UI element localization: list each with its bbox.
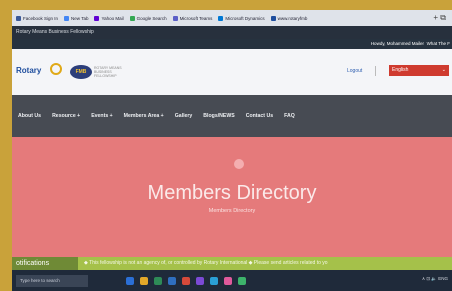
bookmark-favicon-icon (172, 15, 178, 21)
bookmark-label: Google Search (136, 15, 167, 21)
rotary-wheel-icon (50, 63, 62, 75)
bookmark-item[interactable]: Facebook Sign In (16, 15, 59, 21)
bookmark-label: New Tab (71, 15, 89, 21)
bookmark-favicon-icon (129, 15, 135, 21)
taskbar-app-icon[interactable] (196, 276, 204, 285)
fmb-logo[interactable]: FMB (70, 65, 92, 79)
taskbar-app-icon[interactable] (168, 276, 176, 285)
bookmark-item[interactable]: Google Search (129, 15, 167, 21)
nav-resource[interactable]: Resource + (52, 113, 80, 119)
bookmark-favicon-icon (64, 15, 70, 21)
nav-events[interactable]: Events + (91, 113, 112, 119)
taskbar-search-input[interactable]: Type here to search (16, 274, 88, 287)
taskbar-app-icon[interactable] (126, 276, 134, 285)
bookmark-label: Yahoo Mail (101, 15, 124, 21)
bookmark-item[interactable]: Microsoft Teams (172, 15, 213, 21)
site-header: Rotary FMB ROTARY MEANS BUSINESS FELLOWS… (12, 49, 452, 95)
system-tray[interactable]: ∧ ⊡ 🔈 ENG (422, 276, 448, 282)
nav-gallery[interactable]: Gallery (175, 113, 193, 119)
notifications-label: otifications (12, 257, 78, 270)
taskbar: Type here to search ∧ ⊡ 🔈 ENG (12, 270, 452, 291)
page-title: Members Directory (147, 182, 317, 204)
monitor-screen: Facebook Sign In New Tab Yahoo Mail Google … (12, 10, 452, 291)
bookmark-label: Microsoft Dynamics (225, 15, 265, 21)
page-hero: Members Directory Members Directory (12, 137, 452, 270)
whats-new-link[interactable]: What The F (427, 41, 450, 46)
user-greeting[interactable]: Howdy, Mohammed Mailer (371, 41, 424, 46)
bookmark-item[interactable]: New Tab (64, 15, 89, 21)
bookmark-favicon-icon (94, 15, 100, 21)
logout-link[interactable]: Logout (347, 68, 362, 74)
bookmark-label: www.rotaryfmb (277, 15, 308, 21)
site-top-strip: Howdy, Mohammed Mailer What The F (12, 39, 452, 49)
nav-contact-us[interactable]: Contact Us (246, 113, 273, 119)
taskbar-app-icon[interactable] (238, 276, 246, 285)
ticker-text[interactable]: ◆ This fellowship is not an agency of, o… (84, 257, 328, 270)
bookmark-favicon-icon (218, 15, 224, 21)
bookmark-item[interactable]: Yahoo Mail (94, 15, 124, 21)
bookmark-label: Facebook Sign In (23, 15, 59, 21)
taskbar-app-icon[interactable] (154, 276, 162, 285)
bookmarks-bar: Facebook Sign In New Tab Yahoo Mail Google … (12, 10, 452, 26)
bookmark-favicon-icon (16, 15, 21, 21)
bookmark-label: Microsoft Teams (179, 15, 213, 21)
window-title: Rotary Means Business Fellowship (12, 26, 452, 39)
header-divider (375, 66, 376, 76)
taskbar-app-icon[interactable] (140, 276, 148, 285)
nav-about-us[interactable]: About Us (18, 113, 41, 119)
window-controls[interactable]: + ⧉ (433, 13, 446, 23)
bookmark-item[interactable]: www.rotaryfmb (270, 15, 308, 21)
fmb-logo-text: ROTARY MEANS BUSINESS FELLOWSHIP (94, 66, 122, 78)
taskbar-app-icon[interactable] (224, 276, 232, 285)
nav-members-area[interactable]: Members Area + (124, 113, 164, 119)
nav-blogs-news[interactable]: Blogs/NEWS (203, 113, 234, 119)
language-value: English (392, 67, 409, 73)
chevron-down-icon: ⌄ (441, 67, 446, 73)
notifications-ticker: otifications ◆ This fellowship is not an… (12, 257, 452, 270)
taskbar-app-icon[interactable] (182, 276, 190, 285)
rotary-logo-text[interactable]: Rotary (16, 66, 41, 75)
taskbar-apps (126, 276, 246, 285)
bookmark-item[interactable]: Microsoft Dynamics (218, 15, 265, 21)
bookmark-favicon-icon (270, 15, 276, 21)
nav-faq[interactable]: FAQ (284, 113, 295, 119)
breadcrumb: Members Directory (208, 208, 256, 214)
main-nav: About Us Resource + Events + Members Are… (12, 95, 452, 137)
hero-decoration (234, 159, 244, 169)
taskbar-app-icon[interactable] (210, 276, 218, 285)
language-select[interactable]: English ⌄ (389, 65, 449, 76)
